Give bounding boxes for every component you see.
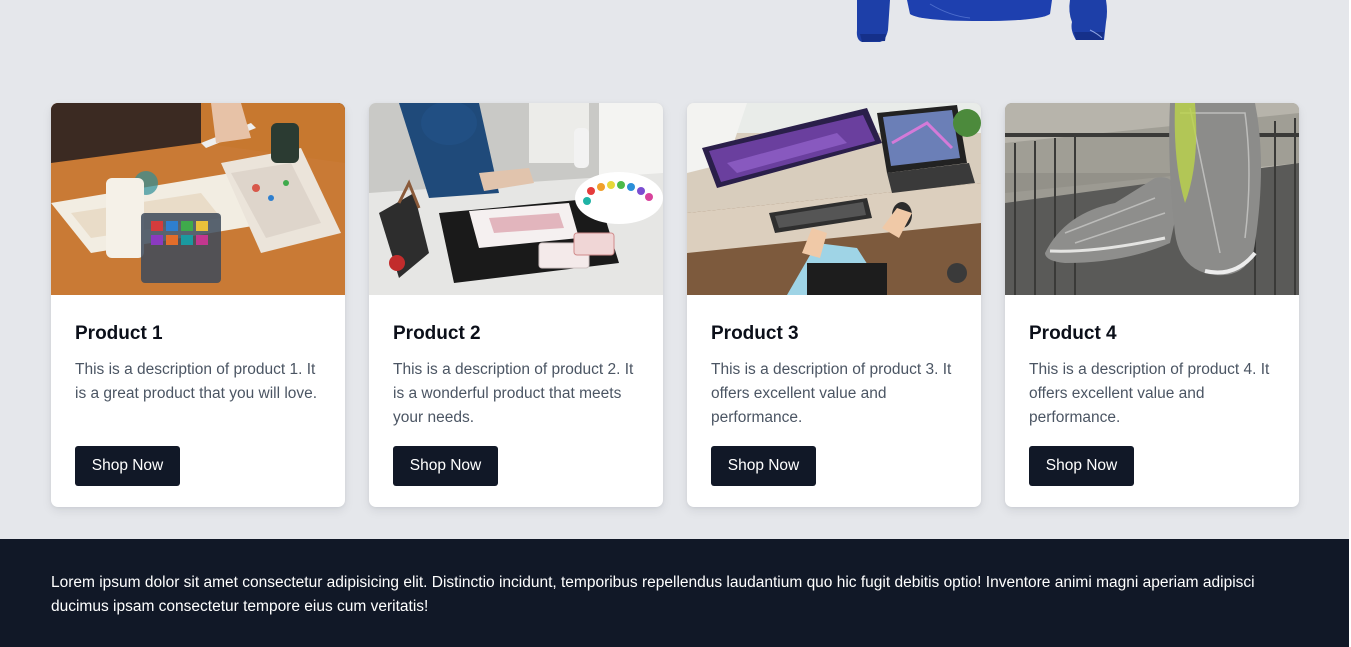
shop-now-button[interactable]: Shop Now <box>393 446 498 486</box>
shop-now-button[interactable]: Shop Now <box>1029 446 1134 486</box>
product-description: This is a description of product 2. It i… <box>393 361 634 426</box>
footer-text: Lorem ipsum dolor sit amet consectetur a… <box>51 574 1255 615</box>
product-image-art-supplies <box>51 103 345 295</box>
product-grid: Product 1 This is a description of produ… <box>51 103 1299 507</box>
product-card: Product 4 This is a description of produ… <box>1005 103 1299 507</box>
product-image-artist-desk <box>369 103 663 295</box>
product-title: Product 3 <box>711 323 799 344</box>
product-description: This is a description of product 1. It i… <box>75 361 318 402</box>
product-card: Product 2 This is a description of produ… <box>369 103 663 507</box>
product-description: This is a description of product 4. It o… <box>1029 361 1270 426</box>
product-title: Product 4 <box>1029 323 1117 344</box>
product-title: Product 1 <box>75 323 163 344</box>
site-footer: Lorem ipsum dolor sit amet consectetur a… <box>0 539 1349 647</box>
shop-now-button[interactable]: Shop Now <box>711 446 816 486</box>
shop-now-button[interactable]: Shop Now <box>75 446 180 486</box>
product-image-sneakers <box>1005 103 1299 295</box>
product-description: This is a description of product 3. It o… <box>711 361 952 426</box>
product-card: Product 1 This is a description of produ… <box>51 103 345 507</box>
product-image-computer-desk <box>687 103 981 295</box>
product-title: Product 2 <box>393 323 481 344</box>
hero-hoodie-image <box>856 0 1107 42</box>
product-card: Product 3 This is a description of produ… <box>687 103 981 507</box>
